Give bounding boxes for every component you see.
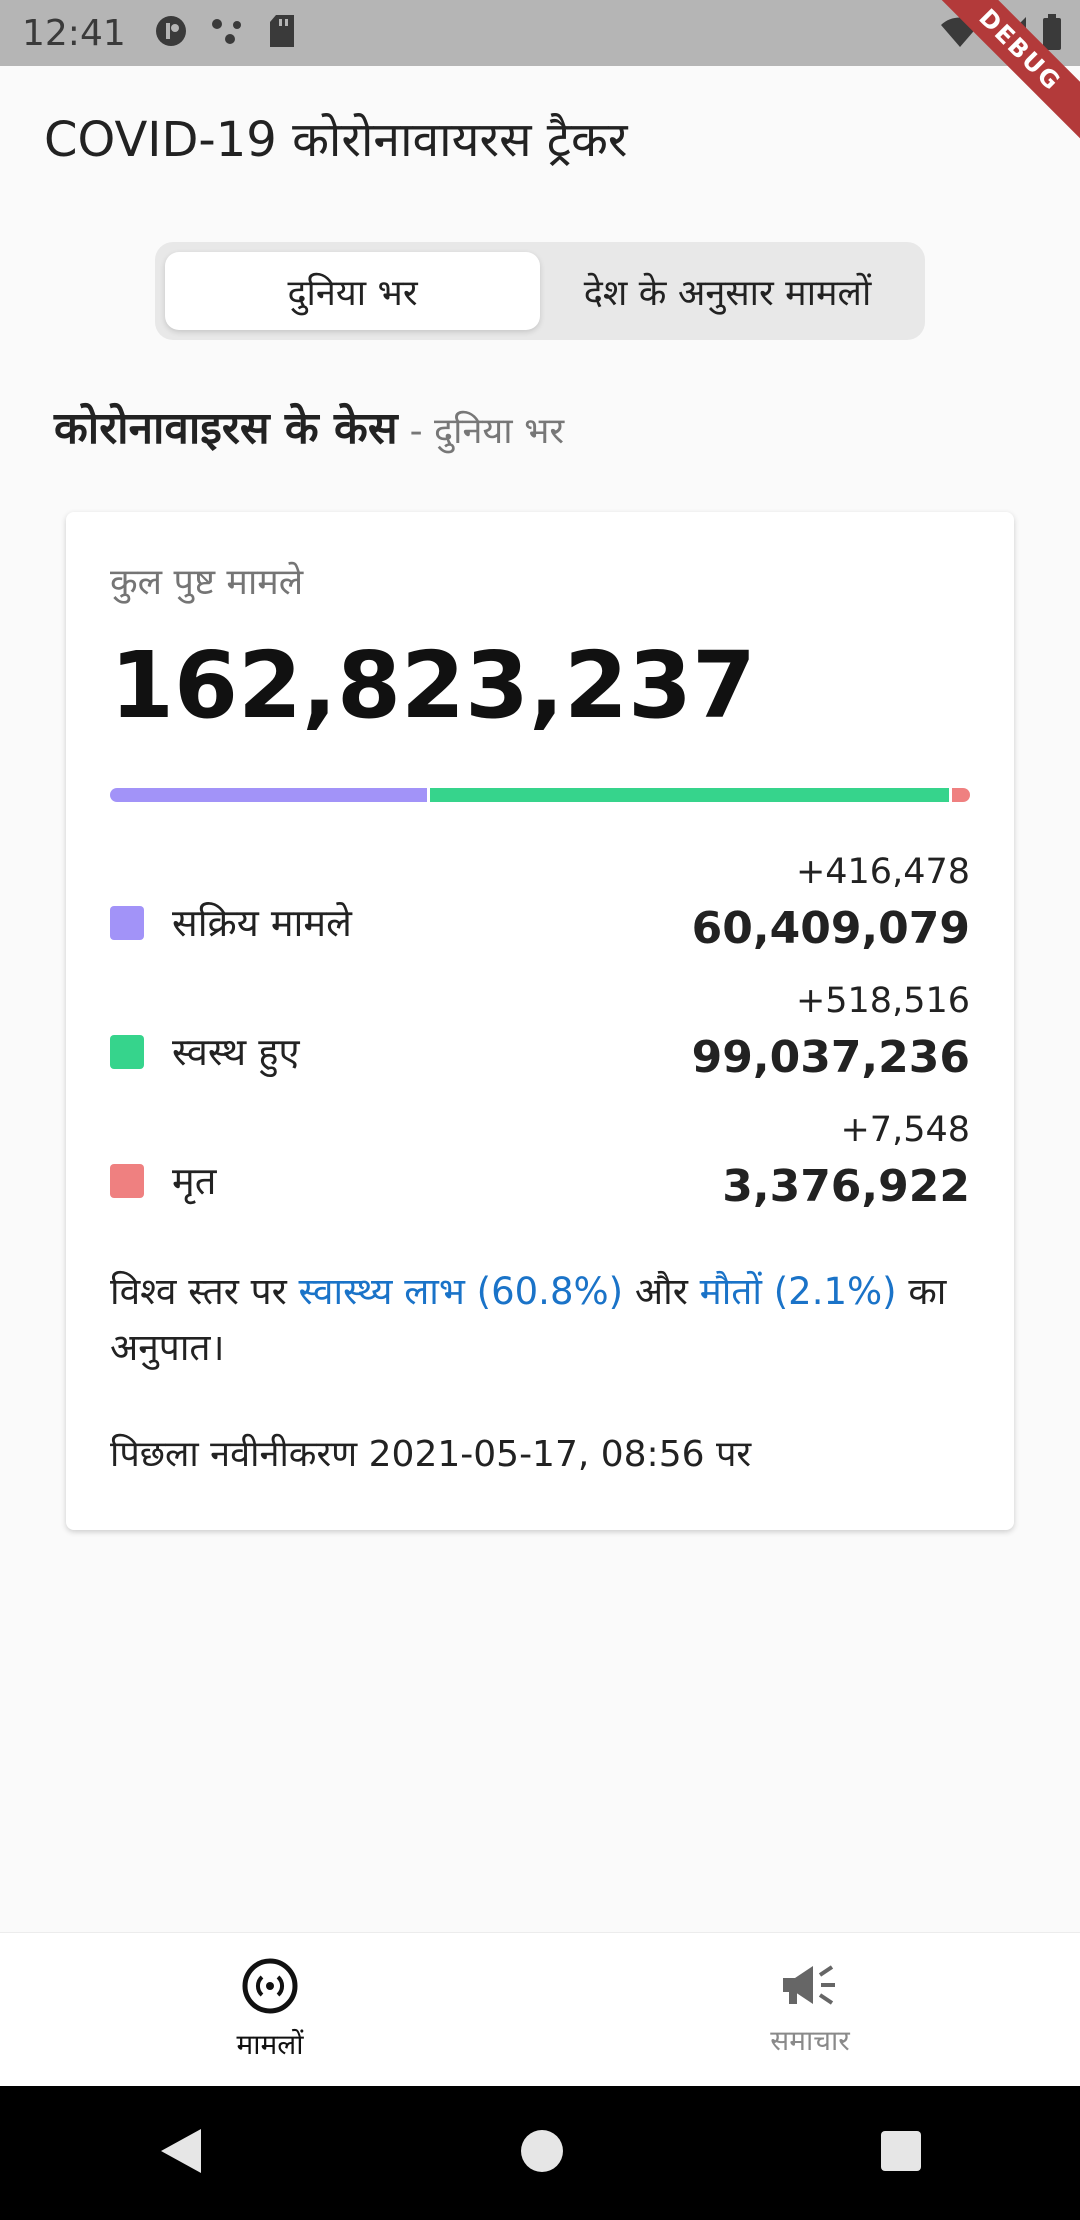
total-confirmed-label: कुल पुष्ट मामले xyxy=(110,562,304,603)
death-ratio-link[interactable]: मौतों (2.1%) xyxy=(700,1270,897,1313)
legend-swatch-deaths xyxy=(110,1164,144,1198)
tab-worldwide[interactable]: दुनिया भर xyxy=(165,252,540,330)
section-subtitle: - दुनिया भर xyxy=(409,411,565,452)
app-notification-icon xyxy=(154,14,188,52)
ratio-prefix: विश्व स्तर पर xyxy=(110,1270,299,1313)
legend-swatch-active xyxy=(110,906,144,940)
stat-label-active: सक्रिय मामले xyxy=(172,901,352,945)
stat-row-active: सक्रिय मामले +416,478 60,409,079 xyxy=(110,852,970,962)
recents-icon[interactable] xyxy=(879,2129,923,2177)
stat-value-deaths: 3,376,922 xyxy=(722,1161,970,1212)
stat-delta-active: +416,478 xyxy=(795,852,970,892)
system-navigation-bar xyxy=(0,2086,1080,2220)
nav-label-news: समाचार xyxy=(770,2023,850,2057)
nav-item-cases[interactable]: मामलों xyxy=(0,1933,540,2086)
section-heading: कोरोनावाइरस के केस - दुनिया भर xyxy=(54,396,564,456)
cases-icon xyxy=(241,1957,299,2019)
nav-item-news[interactable]: समाचार xyxy=(540,1933,1080,2086)
stat-label-recovered: स्वस्थ हुए xyxy=(172,1030,300,1074)
stat-value-recovered: 99,037,236 xyxy=(691,1032,970,1083)
total-confirmed-value: 162,823,237 xyxy=(110,632,757,739)
nav-label-cases: मामलों xyxy=(236,2027,304,2061)
bar-segment-recovered xyxy=(430,788,949,802)
bottom-navigation: मामलों समाचार xyxy=(0,1932,1080,2086)
home-icon[interactable] xyxy=(519,2128,565,2178)
stat-row-deaths: मृत +7,548 3,376,922 xyxy=(110,1110,970,1220)
section-title: कोरोनावाइरस के केस xyxy=(54,403,398,454)
back-icon[interactable] xyxy=(157,2125,205,2181)
stat-delta-deaths: +7,548 xyxy=(840,1110,970,1150)
ratio-middle: और xyxy=(623,1270,700,1313)
stat-label-deaths: मृत xyxy=(172,1159,217,1203)
scope-segmented-control: दुनिया भर देश के अनुसार मामलों xyxy=(155,242,925,340)
megaphone-icon xyxy=(779,1961,841,2015)
cases-proportion-bar xyxy=(110,788,970,802)
global-ratio-text: विश्व स्तर पर स्वास्थ्य लाभ (60.8%) और म… xyxy=(110,1264,980,1376)
bar-segment-active xyxy=(110,788,427,802)
stat-row-recovered: स्वस्थ हुए +518,516 99,037,236 xyxy=(110,981,970,1091)
app-title: COVID-19 कोरोनावायरस ट्रैकर xyxy=(44,112,628,168)
stat-value-active: 60,409,079 xyxy=(691,903,970,954)
status-bar: 12:41 xyxy=(0,0,1080,66)
dots-icon xyxy=(210,16,246,50)
last-updated-text: पिछला नवीनीकरण 2021-05-17, 08:56 पर xyxy=(110,1434,752,1475)
bar-segment-deaths xyxy=(952,788,970,802)
sd-card-icon xyxy=(268,14,296,52)
legend-swatch-recovered xyxy=(110,1035,144,1069)
tab-by-country[interactable]: देश के अनुसार मामलों xyxy=(540,252,915,330)
stat-delta-recovered: +518,516 xyxy=(795,981,970,1021)
status-time: 12:41 xyxy=(22,12,126,54)
cases-card: कुल पुष्ट मामले 162,823,237 सक्रिय मामले… xyxy=(66,512,1014,1530)
recovery-ratio-link[interactable]: स्वास्थ्य लाभ (60.8%) xyxy=(299,1270,624,1313)
